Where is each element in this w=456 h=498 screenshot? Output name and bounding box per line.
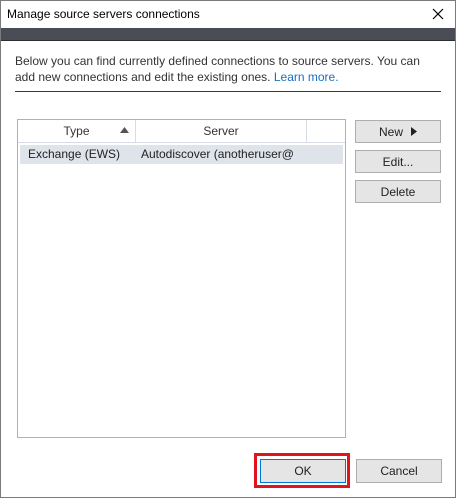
description-text: Below you can find currently defined con… <box>15 53 443 85</box>
ok-button[interactable]: OK <box>260 459 346 483</box>
title-bar: Manage source servers connections <box>1 1 455 28</box>
delete-button[interactable]: Delete <box>355 180 441 203</box>
column-header-filler <box>307 120 345 142</box>
description-body: Below you can find currently defined con… <box>15 54 420 84</box>
header-band <box>1 28 455 41</box>
cancel-button[interactable]: Cancel <box>356 459 442 483</box>
column-header-type[interactable]: Type <box>18 120 136 142</box>
dialog-window: Manage source servers connections Below … <box>0 0 456 498</box>
new-button-label: New <box>378 124 403 139</box>
sort-ascending-icon <box>120 127 129 133</box>
table-row[interactable]: Exchange (EWS) Autodiscover (anotheruser… <box>20 145 343 164</box>
list-header: Type Server <box>18 120 345 143</box>
new-button[interactable]: New <box>355 120 441 143</box>
column-header-type-label: Type <box>63 124 90 138</box>
cell-type: Exchange (EWS) <box>28 147 121 161</box>
column-header-server[interactable]: Server <box>136 120 307 142</box>
connections-list[interactable]: Type Server Exchange (EWS) Autodiscover … <box>17 119 346 438</box>
triangle-right-icon <box>411 127 417 136</box>
edit-button[interactable]: Edit... <box>355 150 441 173</box>
window-title: Manage source servers connections <box>7 7 200 21</box>
learn-more-link[interactable]: Learn more. <box>274 70 339 84</box>
cell-server: Autodiscover (anotheruser@ <box>141 147 294 161</box>
separator-line <box>15 91 441 92</box>
close-button[interactable] <box>427 4 449 24</box>
column-header-server-label: Server <box>203 124 239 138</box>
close-icon <box>432 8 444 20</box>
